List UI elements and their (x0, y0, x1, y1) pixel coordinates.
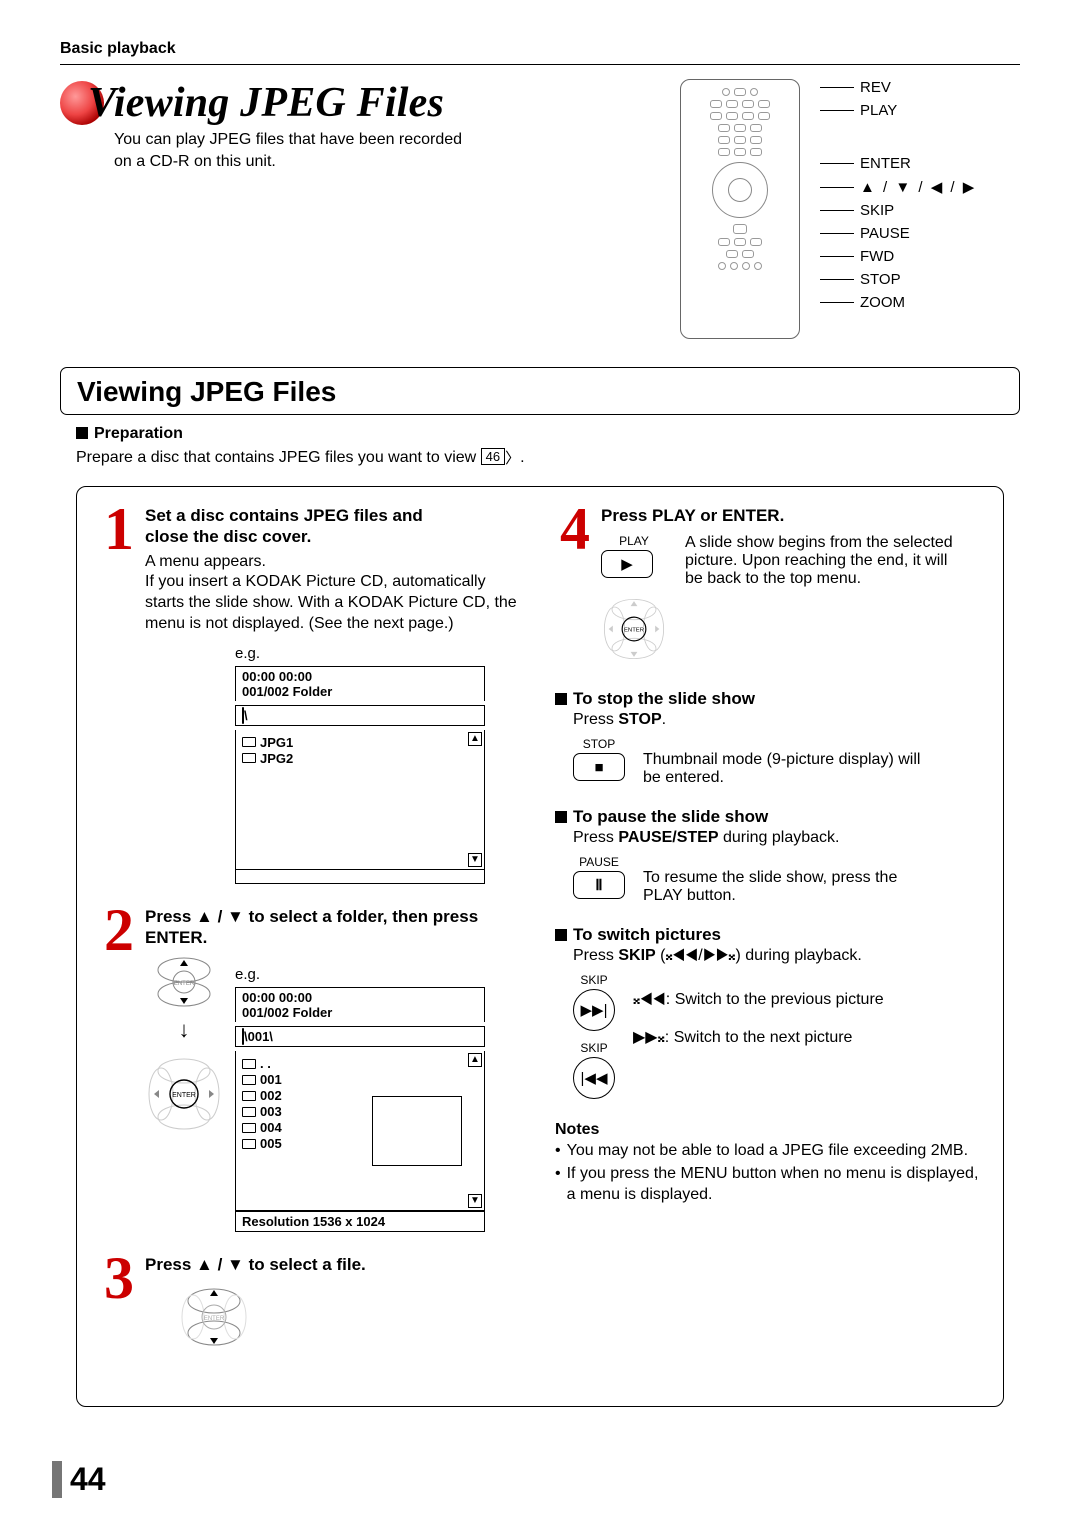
preview-box (372, 1096, 462, 1166)
page-subtitle: You can play JPEG files that have been r… (114, 129, 650, 172)
osd-menu-2: 00:00 00:00001/002 Folder \001\ ▲ ▼ . . (235, 987, 485, 1232)
image-icon (242, 1091, 256, 1101)
svg-text:ENTER: ENTER (172, 1092, 196, 1099)
skip-prev-icon: |◀◀ (573, 1057, 615, 1099)
page-number: 44 (52, 1461, 106, 1498)
remote-label-stop: STOP (820, 271, 976, 288)
stop-key-icon: ■ (573, 753, 625, 781)
folder-icon (242, 737, 256, 747)
note-item: You may not be able to load a JPEG file … (555, 1141, 981, 1162)
step-number-1: 1 (99, 505, 139, 884)
step-number-3: 3 (99, 1254, 139, 1354)
step1-title: Set a disc contains JPEG files andclose … (145, 505, 525, 548)
osd-menu-1: 00:00 00:00001/002 Folder \ ▲ ▼ JPG1 JPG… (235, 666, 485, 884)
remote-diagram: REV PLAY ENTER ▲ / ▼ / ◀ / ▶ SKIP PAUSE … (680, 79, 1020, 339)
dpad-enter-icon: ENTER (601, 596, 667, 662)
preparation-text: Prepare a disc that contains JPEG files … (76, 447, 1020, 468)
step-number-2: 2 (99, 906, 139, 1233)
example-label: e.g. (235, 645, 525, 662)
image-icon (242, 1123, 256, 1133)
switch-pictures-heading: To switch pictures (573, 925, 721, 944)
folder-icon (242, 1059, 256, 1069)
image-icon (242, 1075, 256, 1085)
step4-title: Press PLAY or ENTER. (601, 505, 981, 526)
dpad-icon (712, 162, 768, 218)
osd-resolution: Resolution 1536 x 1024 (235, 1211, 485, 1232)
play-key-label: PLAY (601, 534, 667, 548)
divider (60, 64, 1020, 65)
play-key-icon: ▶ (601, 550, 653, 578)
remote-label-rev: REV (820, 79, 976, 96)
remote-label-play: PLAY (820, 102, 976, 119)
step2-title: Press ▲ / ▼ to select a folder, then pre… (145, 906, 525, 949)
page-reference: 46 (481, 448, 505, 465)
preparation-heading: Preparation (94, 425, 183, 442)
notes-heading: Notes (555, 1121, 981, 1139)
remote-label-fwd: FWD (820, 248, 976, 265)
pause-key-label: PAUSE (573, 855, 625, 869)
stop-slideshow-heading: To stop the slide show (573, 689, 755, 708)
note-item: If you press the MENU button when no men… (555, 1164, 981, 1206)
section-breadcrumb: Basic playback (60, 40, 1020, 58)
remote-label-zoom: ZOOM (820, 294, 976, 311)
dpad-updown-icon: ENTER (145, 956, 223, 1008)
svg-text:ENTER: ENTER (624, 628, 644, 634)
step-number-4: 4 (555, 505, 595, 667)
pause-slideshow-desc: To resume the slide show, press thePLAY … (643, 869, 981, 905)
skip-key-label: SKIP (573, 1041, 615, 1055)
folder-icon (242, 753, 256, 763)
stop-key-label: STOP (573, 737, 625, 751)
image-icon (242, 1139, 256, 1149)
down-arrow-icon: ↓ (145, 1017, 223, 1043)
remote-label-arrows: ▲ / ▼ / ◀ / ▶ (820, 178, 976, 196)
pause-slideshow-heading: To pause the slide show (573, 807, 768, 826)
step3-title: Press ▲ / ▼ to select a file. (145, 1254, 525, 1275)
dpad-enter-icon: ENTER (145, 1055, 223, 1133)
example-label: e.g. (235, 966, 525, 983)
step1-body: A menu appears. If you insert a KODAK Pi… (145, 552, 525, 635)
scroll-down-icon: ▼ (468, 853, 482, 867)
switch-pictures-desc: 𝄪◀◀: Switch to the previous picture ▶▶𝄪:… (633, 991, 981, 1047)
section-header: Viewing JPEG Files (60, 367, 1020, 415)
scroll-up-icon: ▲ (468, 732, 482, 746)
svg-text:ENTER: ENTER (174, 981, 195, 987)
scroll-up-icon: ▲ (468, 1053, 482, 1067)
pause-slideshow-text: Press PAUSE/STEP during playback. (573, 829, 981, 847)
remote-label-enter: ENTER (820, 155, 976, 172)
skip-key-label: SKIP (573, 973, 615, 987)
remote-label-skip: SKIP (820, 202, 976, 219)
pause-key-icon: Ⅱ (573, 871, 625, 899)
step4-body: A slide show begins from the selected pi… (685, 534, 981, 588)
switch-pictures-text: Press SKIP (𝄪◀◀/▶▶𝄪) during playback. (573, 947, 981, 965)
section-title: Viewing JPEG Files (61, 368, 1019, 414)
svg-text:ENTER: ENTER (204, 1316, 225, 1322)
scroll-down-icon: ▼ (468, 1194, 482, 1208)
dpad-updown-icon: ENTER (175, 1285, 253, 1349)
page-title: Viewing JPEG Files (88, 79, 444, 127)
skip-next-icon: ▶▶| (573, 989, 615, 1031)
stop-slideshow-text: Press STOP. (573, 711, 981, 729)
remote-label-pause: PAUSE (820, 225, 976, 242)
stop-slideshow-desc: Thumbnail mode (9-picture display) willb… (643, 751, 981, 787)
remote-outline (680, 79, 800, 339)
image-icon (242, 1107, 256, 1117)
